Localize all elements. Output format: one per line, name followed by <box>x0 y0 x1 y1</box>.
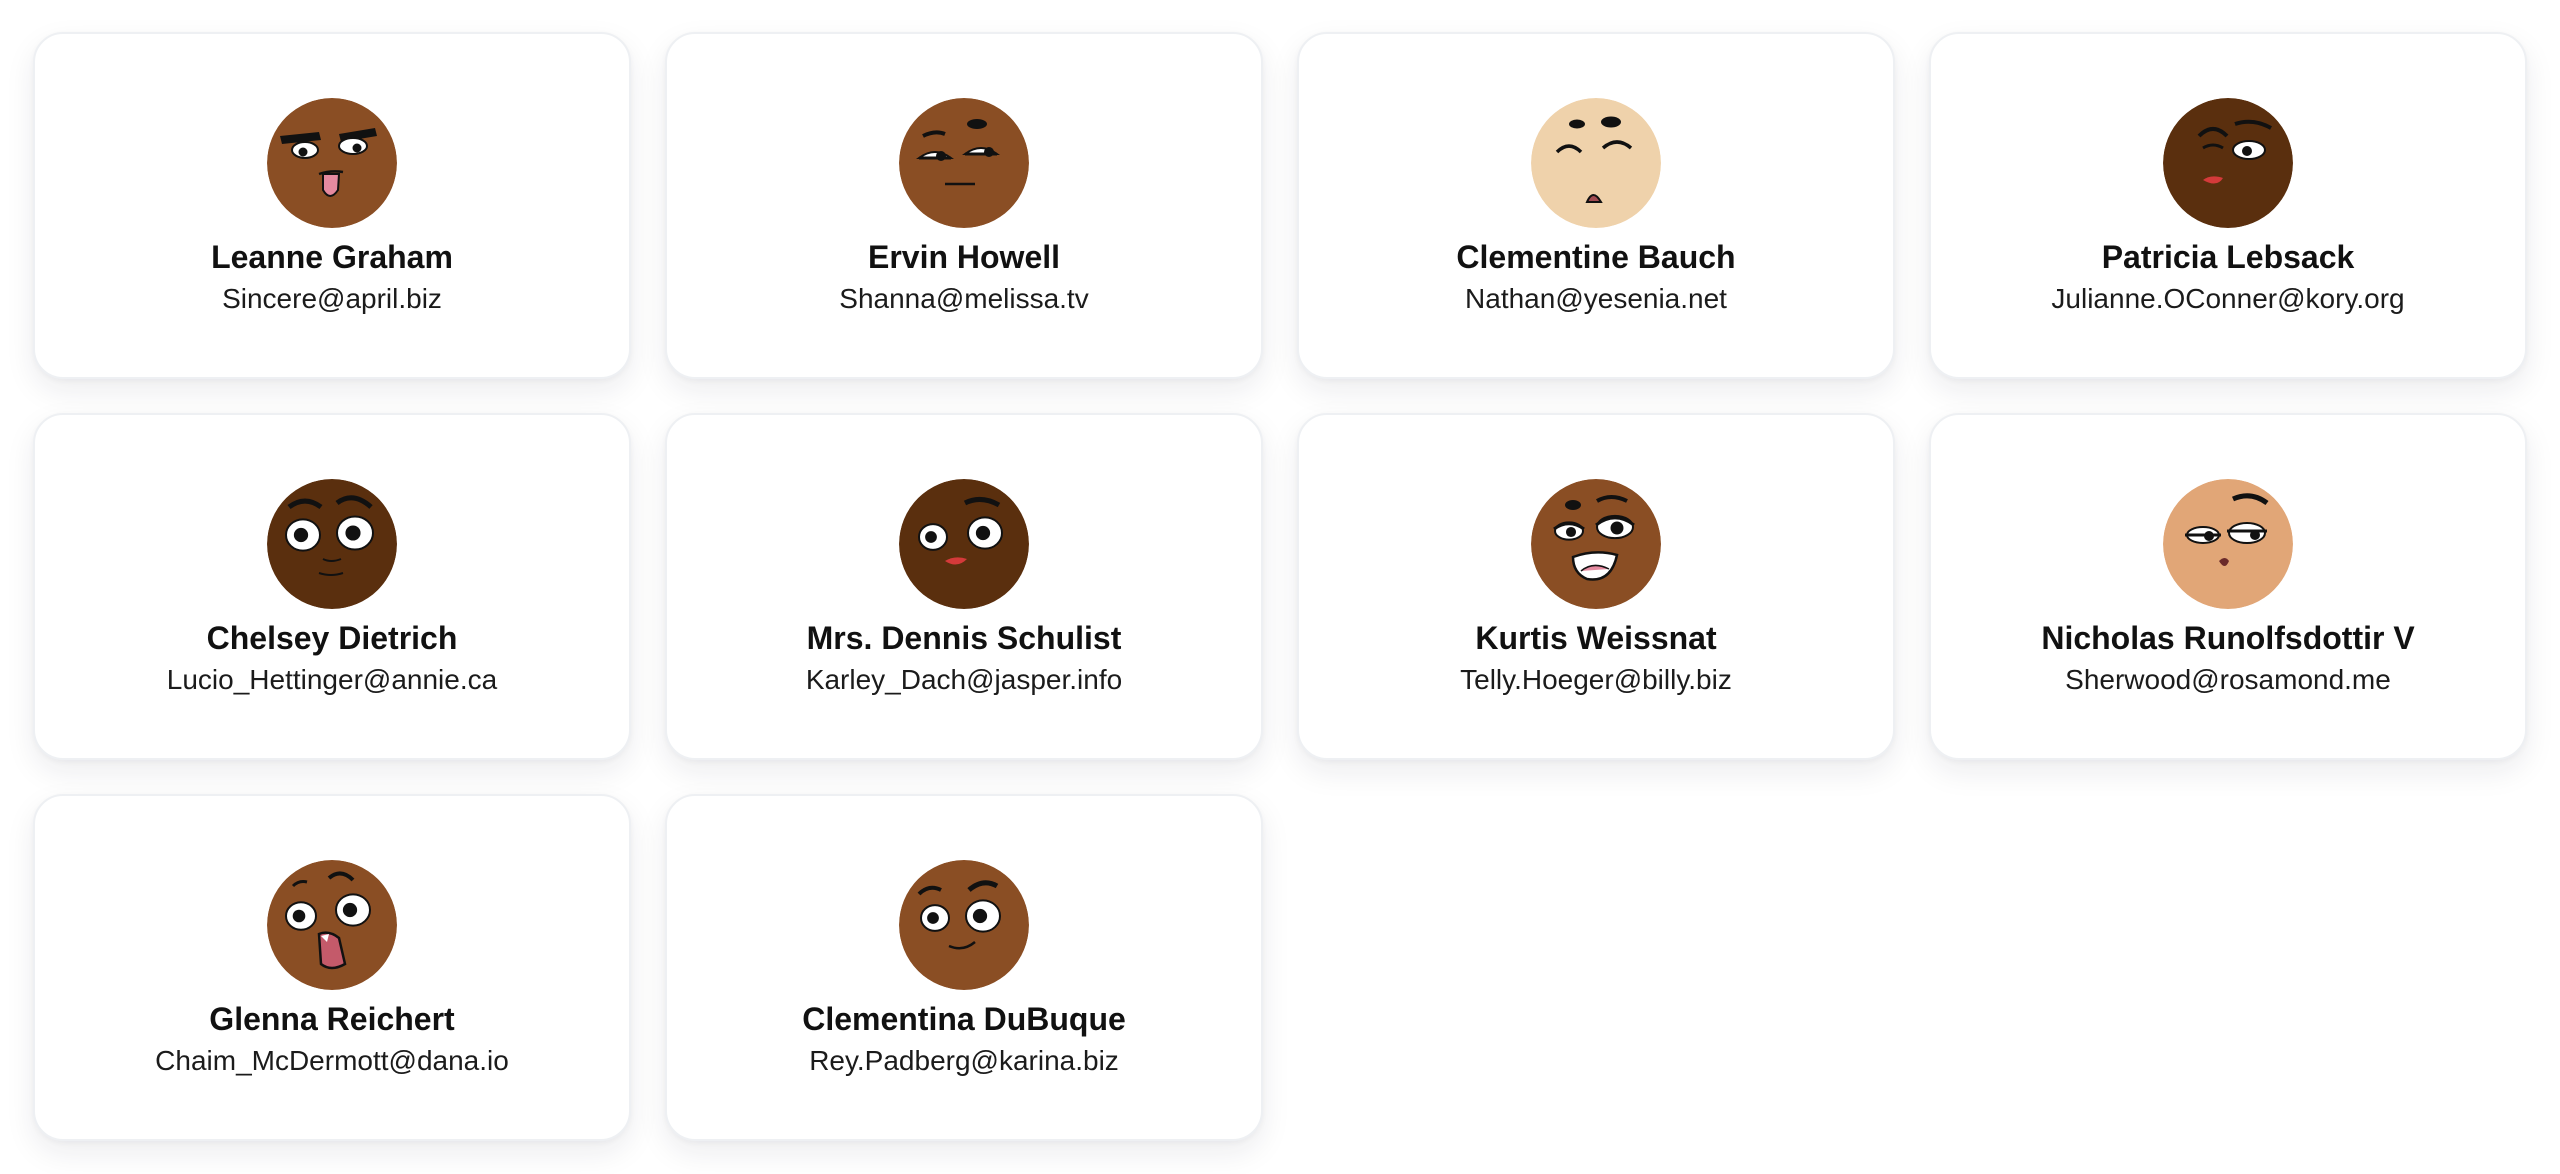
user-email: Nathan@yesenia.net <box>1465 283 1727 314</box>
user-card[interactable]: Kurtis Weissnat Telly.Hoeger@billy.biz <box>1297 413 1895 760</box>
user-card[interactable]: Leanne Graham Sincere@april.biz <box>33 32 631 379</box>
skeptical-face-icon <box>899 98 1029 228</box>
user-name: Leanne Graham <box>211 239 453 275</box>
user-name: Glenna Reichert <box>209 1001 455 1037</box>
user-email: Sincere@april.biz <box>222 283 442 314</box>
avatar <box>899 860 1029 990</box>
shocked-face-icon <box>267 860 397 990</box>
user-email: Julianne.OConner@kory.org <box>2051 283 2405 314</box>
user-email: Chaim_McDermott@dana.io <box>155 1045 509 1076</box>
avatar <box>267 479 397 609</box>
user-email: Telly.Hoeger@billy.biz <box>1460 664 1732 695</box>
grinning-tongue-face-icon <box>267 98 397 228</box>
user-email: Sherwood@rosamond.me <box>2065 664 2391 695</box>
user-name: Patricia Lebsack <box>2101 239 2355 275</box>
user-card[interactable]: Nicholas Runolfsdottir V Sherwood@rosamo… <box>1929 413 2527 760</box>
user-email: Lucio_Hettinger@annie.ca <box>166 664 498 695</box>
user-email: Karley_Dach@jasper.info <box>805 664 1123 695</box>
surprised-face-icon <box>267 479 397 609</box>
avatar <box>899 98 1029 228</box>
user-card[interactable]: Mrs. Dennis Schulist Karley_Dach@jasper.… <box>665 413 1263 760</box>
user-card[interactable]: Glenna Reichert Chaim_McDermott@dana.io <box>33 794 631 1141</box>
user-card[interactable]: Clementine Bauch Nathan@yesenia.net <box>1297 32 1895 379</box>
avatar <box>1531 98 1661 228</box>
user-card[interactable]: Chelsey Dietrich Lucio_Hettinger@annie.c… <box>33 413 631 760</box>
user-name: Nicholas Runolfsdottir V <box>2041 620 2415 656</box>
user-name: Mrs. Dennis Schulist <box>806 620 1122 656</box>
user-card-grid: Leanne Graham Sincere@april.biz Ervin Ho… <box>33 32 2527 1141</box>
user-card[interactable]: Clementina DuBuque Rey.Padberg@karina.bi… <box>665 794 1263 1141</box>
avatar <box>2163 98 2293 228</box>
winking-face-icon <box>2163 98 2293 228</box>
user-card[interactable]: Ervin Howell Shanna@melissa.tv <box>665 32 1263 379</box>
user-name: Clementina DuBuque <box>802 1001 1126 1037</box>
avatar <box>2163 479 2293 609</box>
sleepy-face-icon <box>2163 479 2293 609</box>
user-name: Ervin Howell <box>867 239 1061 275</box>
avatar <box>267 860 397 990</box>
user-name: Clementine Bauch <box>1456 239 1736 275</box>
smirking-face-icon <box>899 479 1029 609</box>
user-email: Rey.Padberg@karina.biz <box>809 1045 1119 1076</box>
user-card[interactable]: Patricia Lebsack Julianne.OConner@kory.o… <box>1929 32 2527 379</box>
avatar <box>899 479 1029 609</box>
user-name: Chelsey Dietrich <box>206 620 458 656</box>
avatar <box>267 98 397 228</box>
smiling-face-icon <box>899 860 1029 990</box>
squinting-face-icon <box>1531 98 1661 228</box>
user-name: Kurtis Weissnat <box>1475 620 1717 656</box>
laughing-face-icon <box>1531 479 1661 609</box>
avatar <box>1531 479 1661 609</box>
user-email: Shanna@melissa.tv <box>839 283 1089 314</box>
